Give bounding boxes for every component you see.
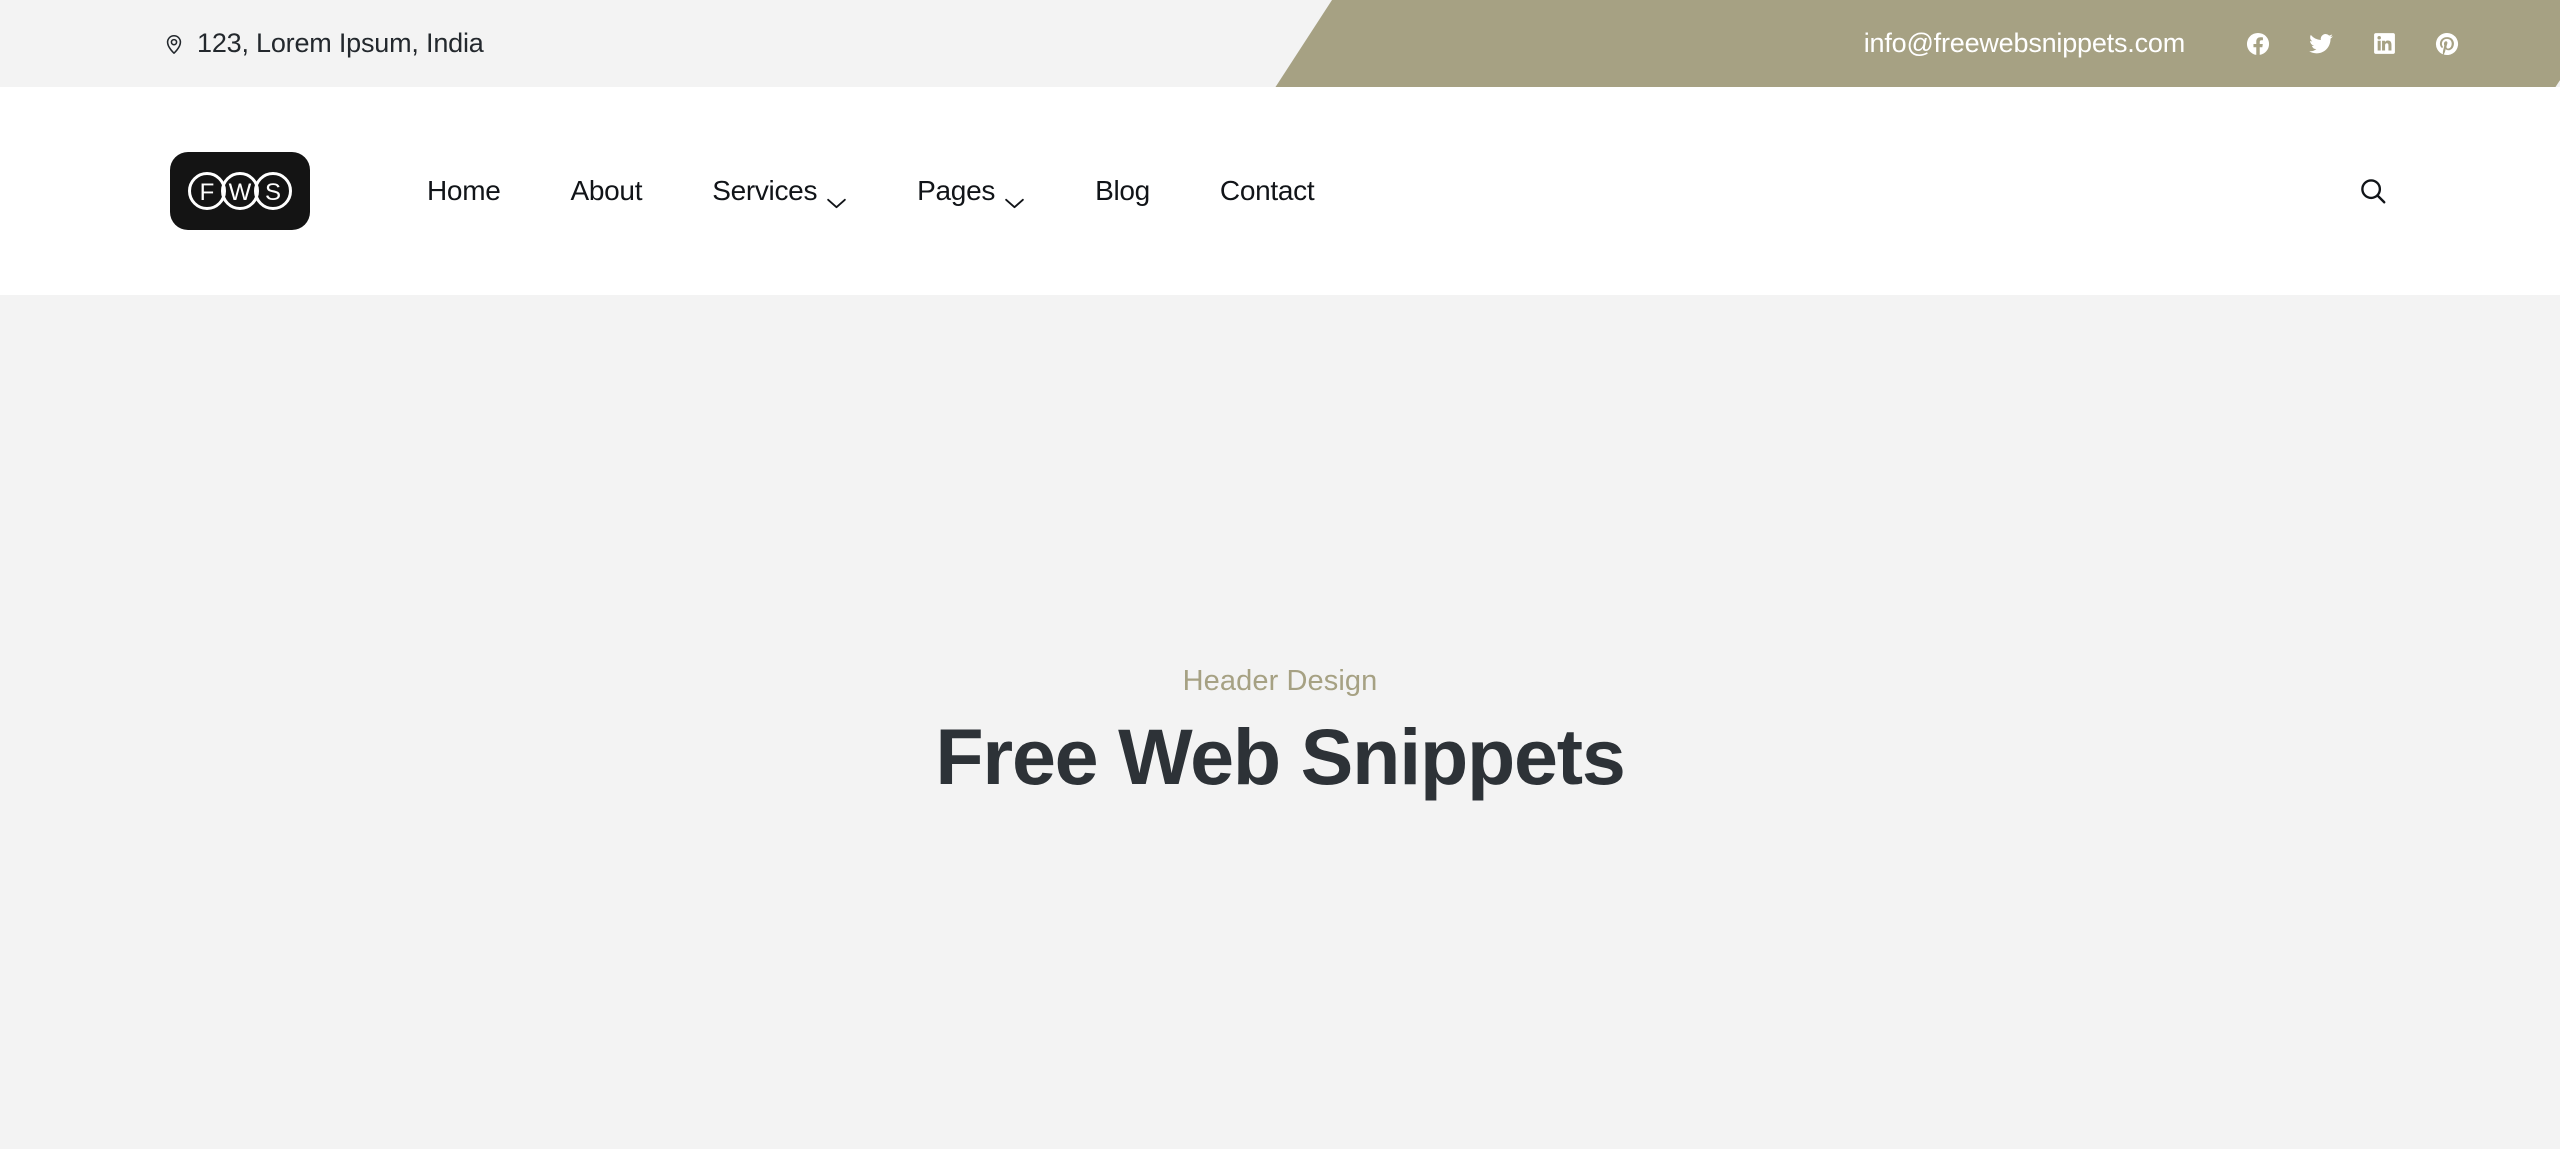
location-pin-icon bbox=[163, 33, 185, 55]
page-title: Free Web Snippets bbox=[935, 712, 1625, 801]
nav-item-about[interactable]: About bbox=[536, 175, 678, 207]
nav-label-about: About bbox=[570, 175, 643, 206]
top-bar: 123, Lorem Ipsum, India info@freewebsnip… bbox=[0, 0, 2560, 87]
topbar-email-link[interactable]: info@freewebsnippets.com bbox=[1864, 28, 2185, 59]
nav-label-pages: Pages bbox=[917, 175, 996, 206]
nav-label-blog: Blog bbox=[1095, 175, 1150, 206]
pinterest-icon[interactable] bbox=[2434, 31, 2460, 57]
linkedin-icon[interactable] bbox=[2371, 31, 2397, 57]
nav-item-pages[interactable]: Pages bbox=[882, 175, 1060, 208]
site-logo[interactable]: F W S bbox=[170, 152, 310, 230]
nav-item-services[interactable]: Services bbox=[677, 175, 882, 208]
nav-item-blog[interactable]: Blog bbox=[1060, 175, 1185, 207]
fws-logo-mark: F W S bbox=[188, 172, 292, 210]
search-button[interactable] bbox=[2349, 167, 2397, 215]
nav-label-services: Services bbox=[712, 175, 818, 206]
nav-label-contact: Contact bbox=[1219, 175, 1315, 206]
nav-item-home[interactable]: Home bbox=[427, 175, 536, 207]
topbar-address-text: 123, Lorem Ipsum, India bbox=[197, 28, 484, 58]
svg-text:S: S bbox=[265, 179, 281, 206]
topbar-contact-group: info@freewebsnippets.com bbox=[1864, 0, 2560, 87]
nav-item-contact[interactable]: Contact bbox=[1185, 175, 1349, 207]
main-navigation: Home About Services Pages Blog Contact bbox=[427, 175, 1349, 208]
topbar-address-group: 123, Lorem Ipsum, India bbox=[0, 28, 484, 59]
svg-text:F: F bbox=[200, 179, 215, 206]
hero-eyebrow: Header Design bbox=[1182, 665, 1378, 697]
twitter-icon[interactable] bbox=[2308, 31, 2334, 57]
hero-section: Header Design Free Web Snippets bbox=[0, 295, 2560, 1149]
social-links bbox=[2245, 31, 2460, 57]
site-header: F W S Home About Services Pages Blog Con… bbox=[0, 87, 2560, 295]
nav-label-home: Home bbox=[427, 175, 501, 206]
chevron-down-icon bbox=[826, 185, 847, 208]
search-icon bbox=[2358, 176, 2388, 206]
chevron-down-icon bbox=[1004, 185, 1025, 208]
svg-text:W: W bbox=[229, 179, 252, 206]
facebook-icon[interactable] bbox=[2245, 31, 2271, 57]
